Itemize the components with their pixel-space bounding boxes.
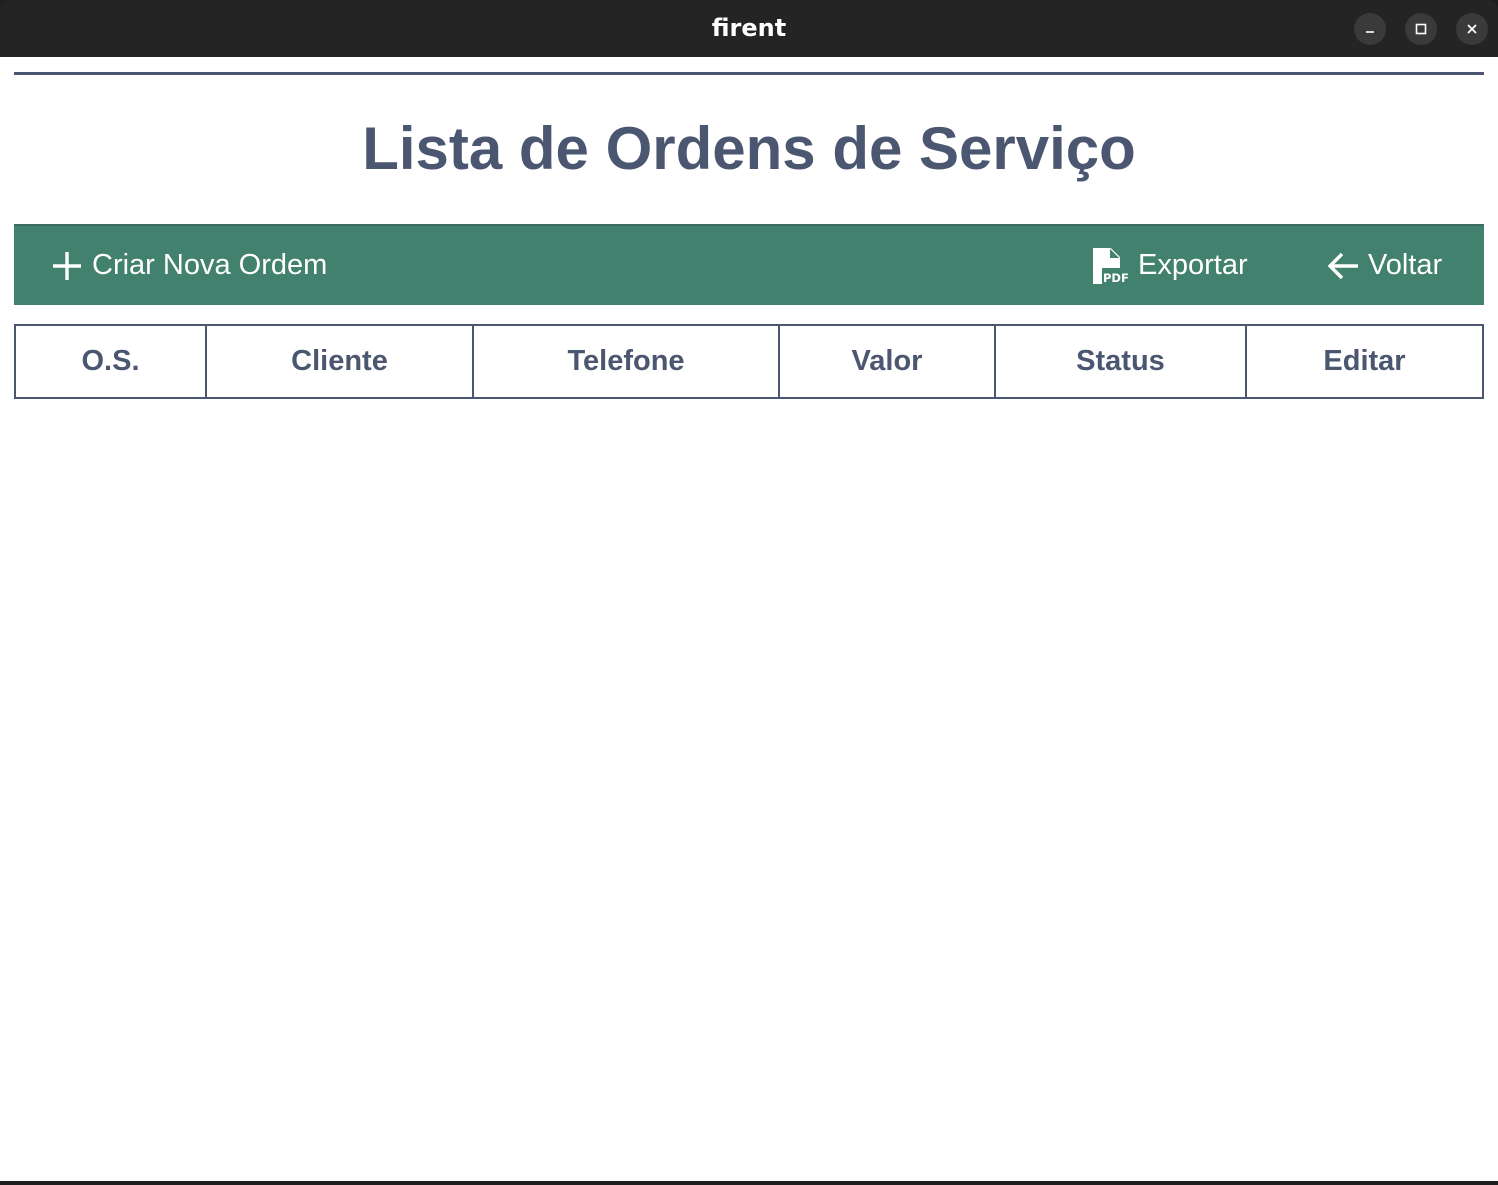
svg-text:PDF: PDF bbox=[1103, 271, 1129, 285]
title-bar: firent bbox=[0, 0, 1498, 57]
maximize-button[interactable] bbox=[1405, 13, 1437, 45]
window-title: firent bbox=[711, 14, 787, 42]
column-header-valor[interactable]: Valor bbox=[780, 326, 996, 397]
plus-icon bbox=[50, 249, 84, 283]
column-header-telefone[interactable]: Telefone bbox=[474, 326, 780, 397]
main-content: Lista de Ordens de Serviço Criar Nova Or… bbox=[0, 57, 1498, 1181]
pdf-file-icon: PDF bbox=[1090, 246, 1130, 286]
app-window: firent Lista de Ordens de Serviço Criar … bbox=[0, 0, 1498, 1185]
arrow-left-icon bbox=[1326, 249, 1360, 283]
create-order-button[interactable]: Criar Nova Ordem bbox=[50, 226, 327, 305]
page-title: Lista de Ordens de Serviço bbox=[362, 115, 1136, 182]
column-header-status[interactable]: Status bbox=[996, 326, 1247, 397]
close-icon bbox=[1467, 24, 1477, 34]
column-header-editar[interactable]: Editar bbox=[1247, 326, 1482, 397]
minimize-button[interactable] bbox=[1354, 13, 1386, 45]
action-toolbar: Criar Nova Ordem PDF Exportar Voltar bbox=[14, 224, 1484, 305]
column-header-os[interactable]: O.S. bbox=[16, 326, 207, 397]
back-button[interactable]: Voltar bbox=[1326, 226, 1442, 305]
header-divider bbox=[14, 72, 1484, 75]
create-order-label: Criar Nova Ordem bbox=[92, 249, 328, 281]
export-label: Exportar bbox=[1138, 249, 1248, 281]
close-button[interactable] bbox=[1456, 13, 1488, 45]
minimize-icon bbox=[1366, 31, 1374, 33]
export-button[interactable]: PDF Exportar bbox=[1090, 226, 1248, 305]
orders-table-header: O.S. Cliente Telefone Valor Status Edita… bbox=[14, 324, 1484, 399]
maximize-icon bbox=[1415, 23, 1427, 35]
window-bottom-edge bbox=[0, 1181, 1498, 1185]
column-header-cliente[interactable]: Cliente bbox=[207, 326, 474, 397]
back-label: Voltar bbox=[1368, 249, 1443, 281]
